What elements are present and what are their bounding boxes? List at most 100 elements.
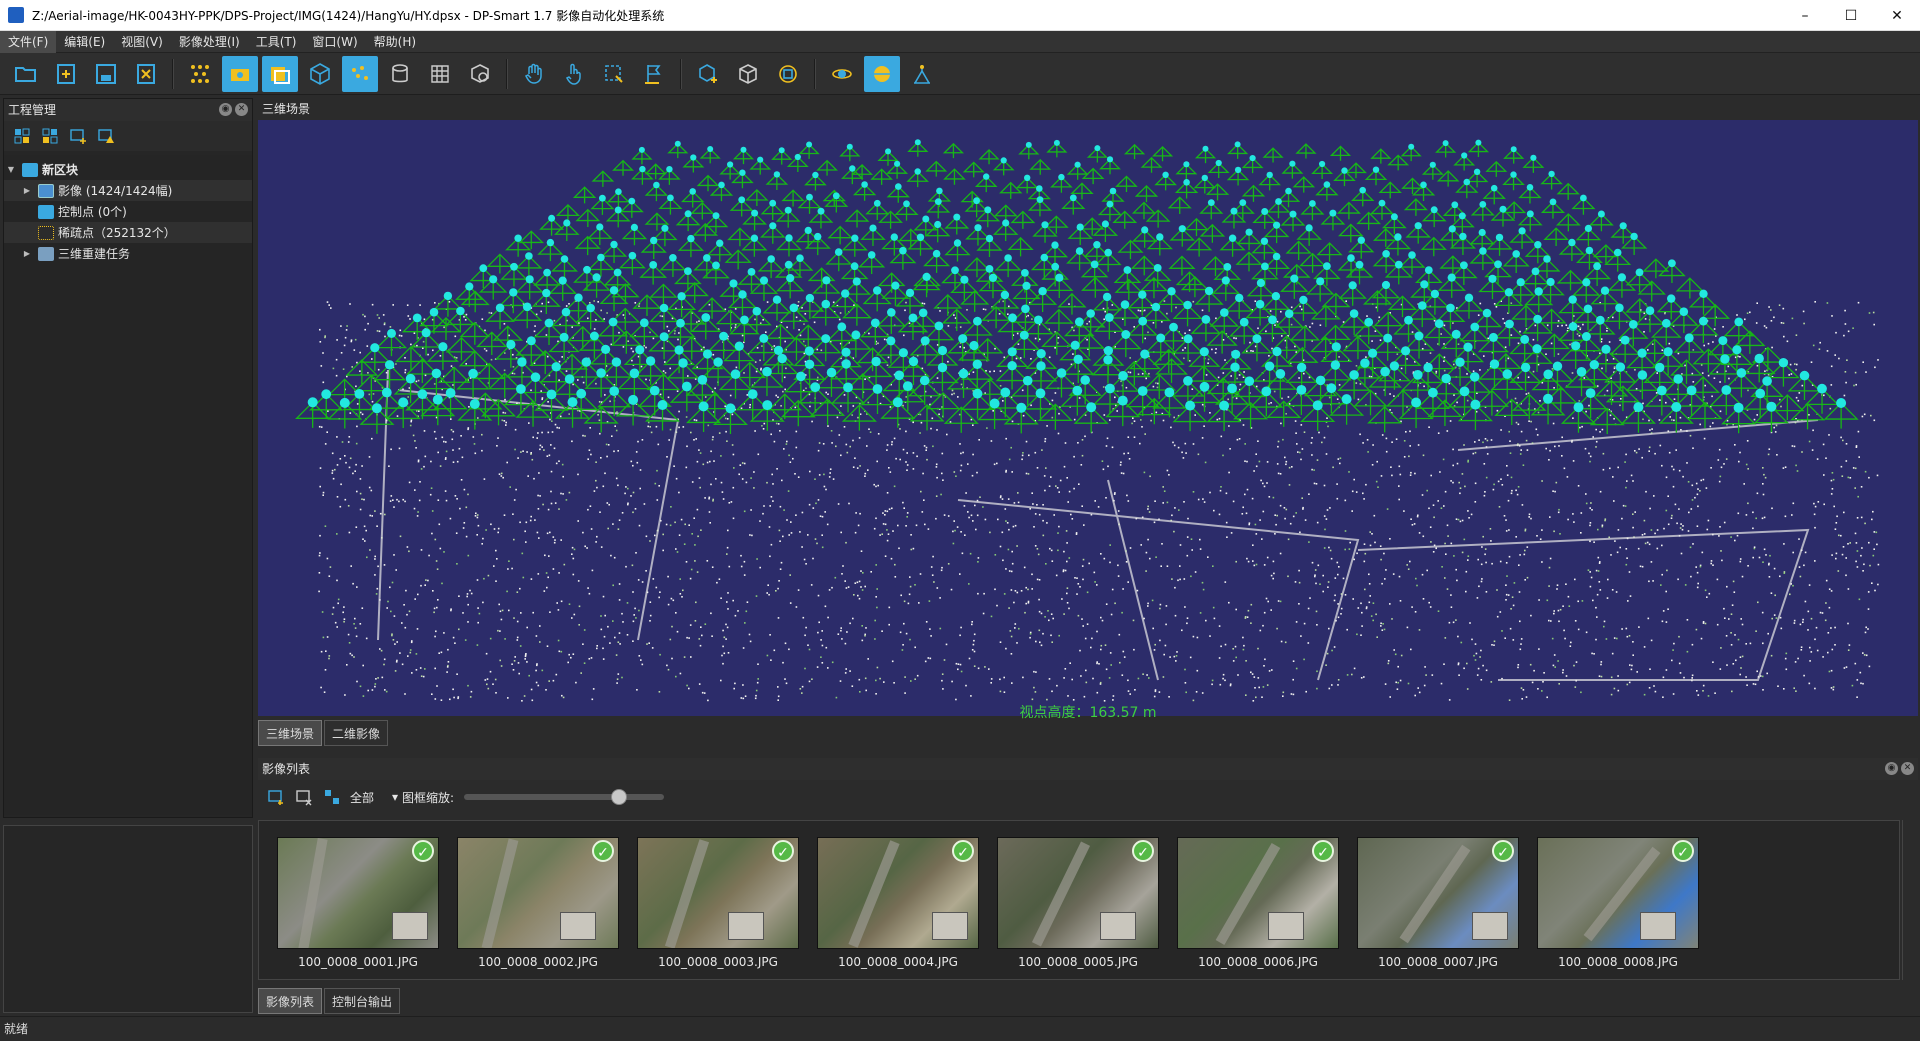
check-icon: ✓ bbox=[1132, 840, 1154, 862]
menu-window[interactable]: 窗口(W) bbox=[304, 31, 365, 53]
thumbnail-strip: ✓ 100_0008_0001.JPG ✓ 100_0008_0002.JPG ✓ 100… bbox=[258, 820, 1900, 980]
aerial-image-preview: ✓ bbox=[457, 837, 619, 949]
menu-view[interactable]: 视图(V) bbox=[113, 31, 171, 53]
maximize-button[interactable]: ☐ bbox=[1828, 0, 1874, 31]
menu-help[interactable]: 帮助(H) bbox=[366, 31, 424, 53]
measure-button[interactable] bbox=[636, 56, 672, 92]
camera-view-button[interactable] bbox=[222, 55, 258, 92]
tab-3d-scene[interactable]: 三维场景 bbox=[258, 720, 323, 746]
globe-view-button[interactable] bbox=[864, 55, 900, 92]
image-view-button[interactable] bbox=[262, 55, 298, 92]
add-block-button[interactable] bbox=[8, 124, 36, 148]
menu-image-processing[interactable]: 影像处理(I) bbox=[171, 31, 248, 53]
image-thumbnail[interactable]: ✓ 100_0008_0008.JPG bbox=[1537, 837, 1699, 979]
model-box-button[interactable] bbox=[730, 56, 766, 92]
grid-icon bbox=[431, 64, 449, 83]
close-project-button[interactable] bbox=[128, 56, 164, 92]
mesh-button[interactable] bbox=[462, 56, 498, 92]
control-point-button[interactable] bbox=[904, 56, 940, 92]
float-panel-icon[interactable]: ◉ bbox=[219, 103, 232, 116]
tree-item-label: 控制点 (0个) bbox=[58, 205, 127, 219]
toolbar-separator bbox=[680, 58, 682, 89]
image-thumbnail[interactable]: ✓ 100_0008_0002.JPG bbox=[457, 837, 619, 979]
scene-viewport[interactable] bbox=[258, 120, 1918, 716]
aerial-image-preview: ✓ bbox=[1357, 837, 1519, 949]
thumbnail-label: 100_0008_0001.JPG bbox=[298, 955, 418, 969]
control-point-icon bbox=[914, 64, 930, 84]
close-button[interactable]: ✕ bbox=[1874, 0, 1920, 31]
merge-block-button[interactable] bbox=[36, 124, 64, 148]
app-icon bbox=[8, 7, 24, 23]
image-list-header: 影像列表 ◉ ✕ bbox=[258, 758, 1918, 780]
sparse-points-button[interactable] bbox=[342, 55, 378, 92]
image-thumbnail[interactable]: ✓ 100_0008_0007.JPG bbox=[1357, 837, 1519, 979]
open-project-button[interactable] bbox=[8, 56, 44, 92]
aerial-image-preview: ✓ bbox=[1537, 837, 1699, 949]
texture-button[interactable] bbox=[770, 56, 806, 92]
orbit-button[interactable] bbox=[824, 56, 860, 92]
thumbnail-label: 100_0008_0003.JPG bbox=[658, 955, 778, 969]
close-panel-icon[interactable]: ✕ bbox=[1901, 762, 1914, 775]
building-shape bbox=[728, 912, 764, 940]
tab-image-list[interactable]: 影像列表 bbox=[258, 988, 323, 1014]
tree-item-reconstruction[interactable]: ▶ 三维重建任务 bbox=[4, 243, 252, 264]
box-icon bbox=[739, 63, 757, 84]
collapse-arrow-icon[interactable]: ▶ bbox=[20, 186, 34, 195]
point-cloud-button[interactable] bbox=[182, 56, 218, 92]
filter-all-icon-button[interactable] bbox=[318, 785, 346, 809]
reconstruction-icon bbox=[38, 246, 54, 261]
dropdown-arrow-icon[interactable]: ▾ bbox=[392, 790, 398, 804]
minimize-button[interactable]: – bbox=[1782, 0, 1828, 31]
thumbnail-label: 100_0008_0004.JPG bbox=[838, 955, 958, 969]
collapse-arrow-icon[interactable]: ▶ bbox=[20, 249, 34, 258]
remove-image-button[interactable] bbox=[290, 785, 318, 809]
filter-icon bbox=[325, 790, 339, 804]
images-icon bbox=[38, 183, 54, 198]
cube-view-button[interactable] bbox=[302, 56, 338, 92]
image-thumbnail[interactable]: ✓ 100_0008_0003.JPG bbox=[637, 837, 799, 979]
save-button[interactable] bbox=[88, 56, 124, 92]
pan-button[interactable] bbox=[516, 56, 552, 92]
texture-icon bbox=[779, 64, 797, 83]
menu-edit[interactable]: 编辑(E) bbox=[56, 31, 113, 53]
aerial-image-preview: ✓ bbox=[277, 837, 439, 949]
filter-all-label[interactable]: 全部 bbox=[350, 789, 374, 806]
dense-cloud-button[interactable] bbox=[382, 56, 418, 92]
tab-console-output[interactable]: 控制台输出 bbox=[324, 988, 401, 1014]
road-shape bbox=[298, 838, 328, 948]
image-thumbnail[interactable]: ✓ 100_0008_0005.JPG bbox=[997, 837, 1159, 979]
orbit-icon bbox=[832, 68, 852, 79]
close-panel-icon[interactable]: ✕ bbox=[235, 103, 248, 116]
zoom-slider-handle[interactable] bbox=[611, 789, 628, 805]
aerial-image-preview: ✓ bbox=[1177, 837, 1339, 949]
import-image-button[interactable] bbox=[262, 785, 290, 809]
menu-file[interactable]: 文件(F) bbox=[0, 30, 57, 53]
tab-2d-image[interactable]: 二维影像 bbox=[324, 720, 389, 746]
expand-arrow-icon[interactable]: ▼ bbox=[4, 165, 18, 174]
tree-item-label: 三维重建任务 bbox=[58, 247, 131, 261]
float-panel-icon[interactable]: ◉ bbox=[1885, 762, 1898, 775]
rotate-button[interactable] bbox=[556, 56, 592, 92]
scene-panel: 三维场景 视点高度：163.57 m 三维场景 二维影像 bbox=[258, 98, 1918, 752]
select-box-button[interactable] bbox=[596, 56, 632, 92]
image-thumbnail[interactable]: ✓ 100_0008_0001.JPG bbox=[277, 837, 439, 979]
tree-item-sparse-points[interactable]: 稀疏点（252132个） bbox=[4, 222, 252, 243]
thumbnail-scrollbar[interactable] bbox=[1902, 820, 1918, 980]
add-images-button[interactable] bbox=[64, 124, 92, 148]
menu-tools[interactable]: 工具(T) bbox=[248, 31, 305, 53]
image-warning-button[interactable] bbox=[92, 124, 120, 148]
thumbnail-label: 100_0008_0006.JPG bbox=[1198, 955, 1318, 969]
image-thumbnail[interactable]: ✓ 100_0008_0004.JPG bbox=[817, 837, 979, 979]
project-panel: 工程管理 ◉ ✕ ▼ 新区块 ▶ 影像 (1424/1424幅) 控制点 (0个… bbox=[3, 98, 253, 818]
tree-root-block[interactable]: ▼ 新区块 bbox=[4, 159, 252, 180]
new-project-button[interactable] bbox=[48, 56, 84, 92]
import-image-icon bbox=[268, 790, 283, 805]
save-icon bbox=[96, 63, 116, 84]
add-model-button[interactable] bbox=[690, 56, 726, 92]
zoom-slider[interactable] bbox=[464, 789, 665, 805]
grid-button[interactable] bbox=[422, 56, 458, 92]
tree-item-control-points[interactable]: 控制点 (0个) bbox=[4, 201, 252, 222]
tree-item-images[interactable]: ▶ 影像 (1424/1424幅) bbox=[4, 180, 252, 201]
image-thumbnail[interactable]: ✓ 100_0008_0006.JPG bbox=[1177, 837, 1339, 979]
zoom-label: 图框缩放: bbox=[402, 790, 455, 805]
